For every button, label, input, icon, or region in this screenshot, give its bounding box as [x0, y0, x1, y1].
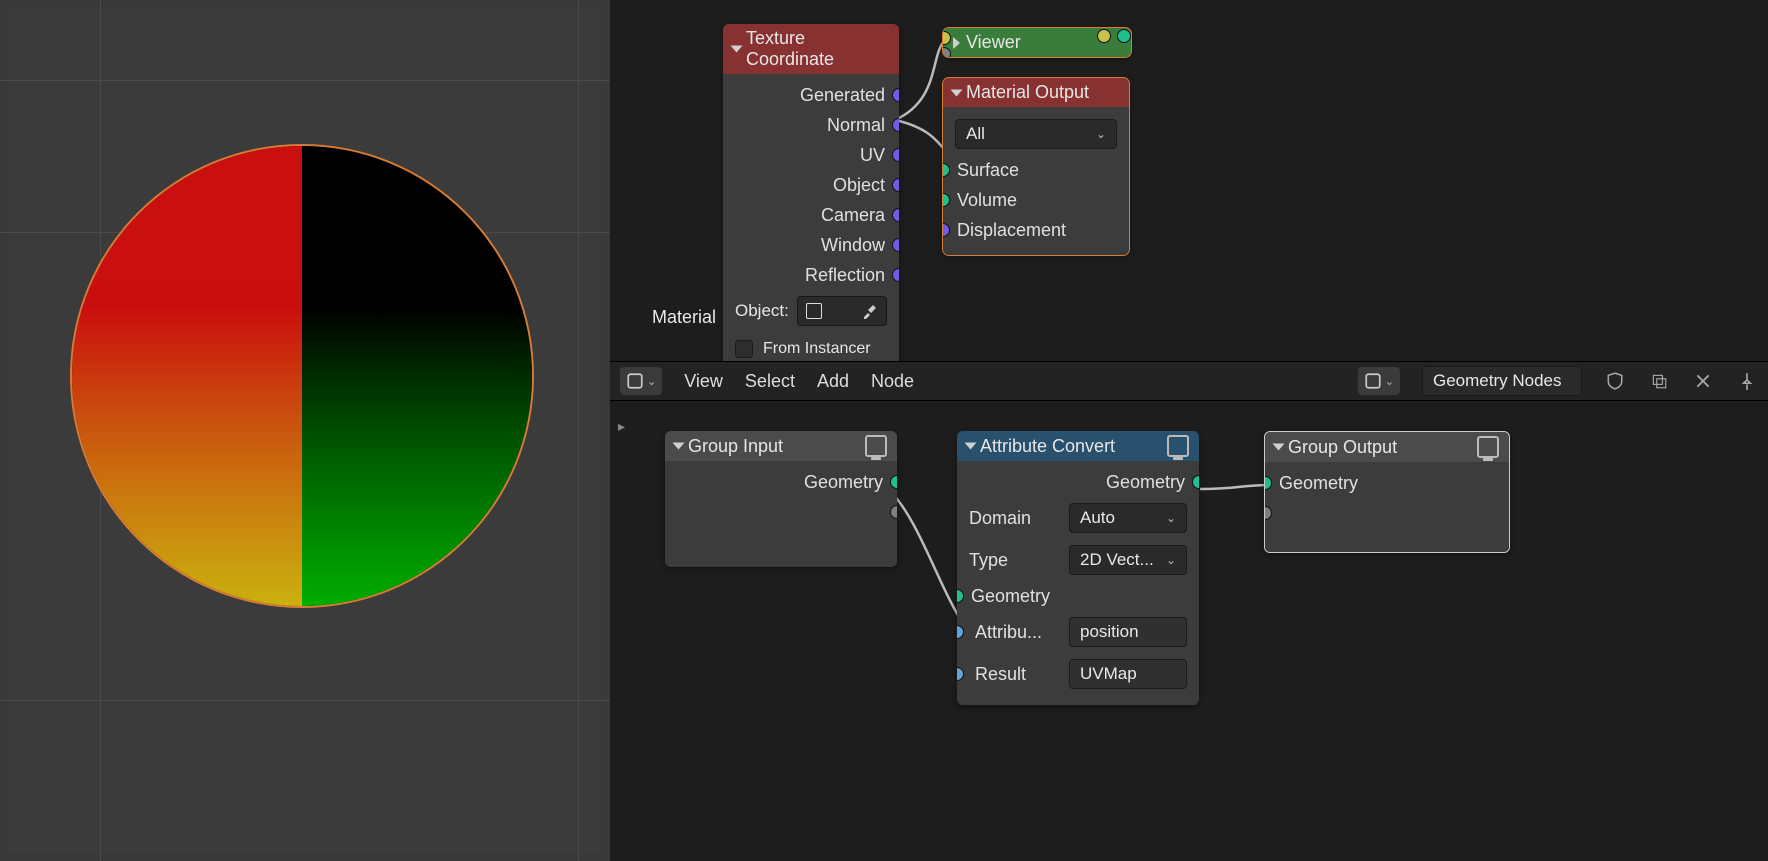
domain-dropdown[interactable]: Auto⌄	[1069, 503, 1187, 533]
viewport[interactable]	[0, 0, 610, 861]
node-attribute-convert[interactable]: Attribute Convert Geometry Domain Auto⌄ …	[957, 431, 1199, 705]
duplicate-icon[interactable]	[1648, 370, 1670, 392]
node-title: Group Input	[688, 436, 783, 457]
input-surface[interactable]: Surface	[943, 155, 1129, 185]
input-geometry[interactable]: Geometry	[957, 581, 1199, 611]
node-title: Texture Coordinate	[746, 28, 889, 70]
input-attribute[interactable]: Attribu... position	[957, 611, 1199, 653]
monitor-icon[interactable]	[865, 435, 887, 457]
domain-label: Domain	[969, 508, 1031, 529]
input-result[interactable]: Result UVMap	[957, 653, 1199, 695]
sidebar-toggle-icon[interactable]: ▸	[618, 418, 625, 435]
output-virtual[interactable]	[665, 497, 897, 527]
editor-type-dropdown[interactable]: ⌄	[620, 367, 662, 395]
node-viewer[interactable]: Viewer	[943, 28, 1131, 57]
output-camera[interactable]: Camera	[723, 200, 899, 230]
target-dropdown[interactable]: All⌄	[955, 119, 1117, 149]
type-label: Type	[969, 550, 1008, 571]
monitor-icon[interactable]	[1477, 436, 1499, 458]
output-geometry[interactable]: Geometry	[957, 467, 1199, 497]
menu-select[interactable]: Select	[745, 371, 795, 392]
nodetree-icon	[1364, 372, 1382, 390]
node-header[interactable]: Texture Coordinate	[723, 24, 899, 74]
output-object[interactable]: Object	[723, 170, 899, 200]
node-group-input[interactable]: Group Input Geometry	[665, 431, 897, 567]
geometry-nodes-header: ⌄ View Select Add Node ⌄ Geometry Nodes	[610, 361, 1768, 401]
node-header[interactable]: Material Output	[943, 78, 1129, 107]
collapse-icon[interactable]	[673, 443, 685, 450]
node-group-output[interactable]: Group Output Geometry	[1264, 431, 1510, 553]
node-title: Viewer	[966, 32, 1021, 53]
node-header[interactable]: Group Input	[665, 431, 897, 461]
menu-add[interactable]: Add	[817, 371, 849, 392]
nodetree-type-dropdown[interactable]: ⌄	[1358, 367, 1400, 395]
output-normal[interactable]: Normal	[723, 110, 899, 140]
collapse-icon[interactable]	[965, 443, 977, 450]
type-dropdown[interactable]: 2D Vect...⌄	[1069, 545, 1187, 575]
node-header[interactable]: Viewer	[943, 28, 1131, 57]
attribute-field[interactable]: position	[1069, 617, 1187, 647]
nodetree-name-field[interactable]: Geometry Nodes	[1422, 366, 1582, 396]
node-header[interactable]: Attribute Convert	[957, 431, 1199, 461]
monitor-icon[interactable]	[1167, 435, 1189, 457]
menu-view[interactable]: View	[684, 371, 723, 392]
fake-user-icon[interactable]	[1604, 370, 1626, 392]
object-picker[interactable]	[797, 296, 887, 326]
output-generated[interactable]: Generated	[723, 80, 899, 110]
input-displacement[interactable]: Displacement	[943, 215, 1129, 245]
result-field[interactable]: UVMap	[1069, 659, 1187, 689]
node-title: Attribute Convert	[980, 436, 1115, 457]
input-virtual[interactable]	[1265, 498, 1509, 528]
input-geometry[interactable]: Geometry	[1265, 468, 1509, 498]
node-title: Group Output	[1288, 437, 1397, 458]
node-header[interactable]: Group Output	[1265, 432, 1509, 462]
output-uv[interactable]: UV	[723, 140, 899, 170]
checkbox-icon[interactable]	[735, 340, 753, 358]
editor-label: Material	[652, 307, 716, 328]
input-volume[interactable]: Volume	[943, 185, 1129, 215]
object-label: Object:	[735, 301, 789, 321]
menu-node[interactable]: Node	[871, 371, 914, 392]
collapse-icon[interactable]	[731, 46, 743, 53]
unlink-icon[interactable]	[1692, 370, 1714, 392]
node-texture-coordinate[interactable]: Texture Coordinate Generated Normal UV O…	[723, 24, 899, 376]
output-window[interactable]: Window	[723, 230, 899, 260]
output-reflection[interactable]: Reflection	[723, 260, 899, 290]
collapse-icon[interactable]	[1273, 444, 1285, 451]
preview-sphere	[72, 146, 532, 606]
eyedropper-icon[interactable]	[862, 303, 878, 319]
output-geometry[interactable]: Geometry	[665, 467, 897, 497]
node-material-output[interactable]: Material Output All⌄ Surface Volume Disp…	[943, 78, 1129, 255]
node-title: Material Output	[966, 82, 1089, 103]
object-icon	[806, 303, 822, 319]
collapse-icon[interactable]	[951, 89, 963, 96]
pin-icon[interactable]	[1736, 370, 1758, 392]
expand-icon[interactable]	[953, 37, 960, 49]
editor-icon	[626, 372, 644, 390]
